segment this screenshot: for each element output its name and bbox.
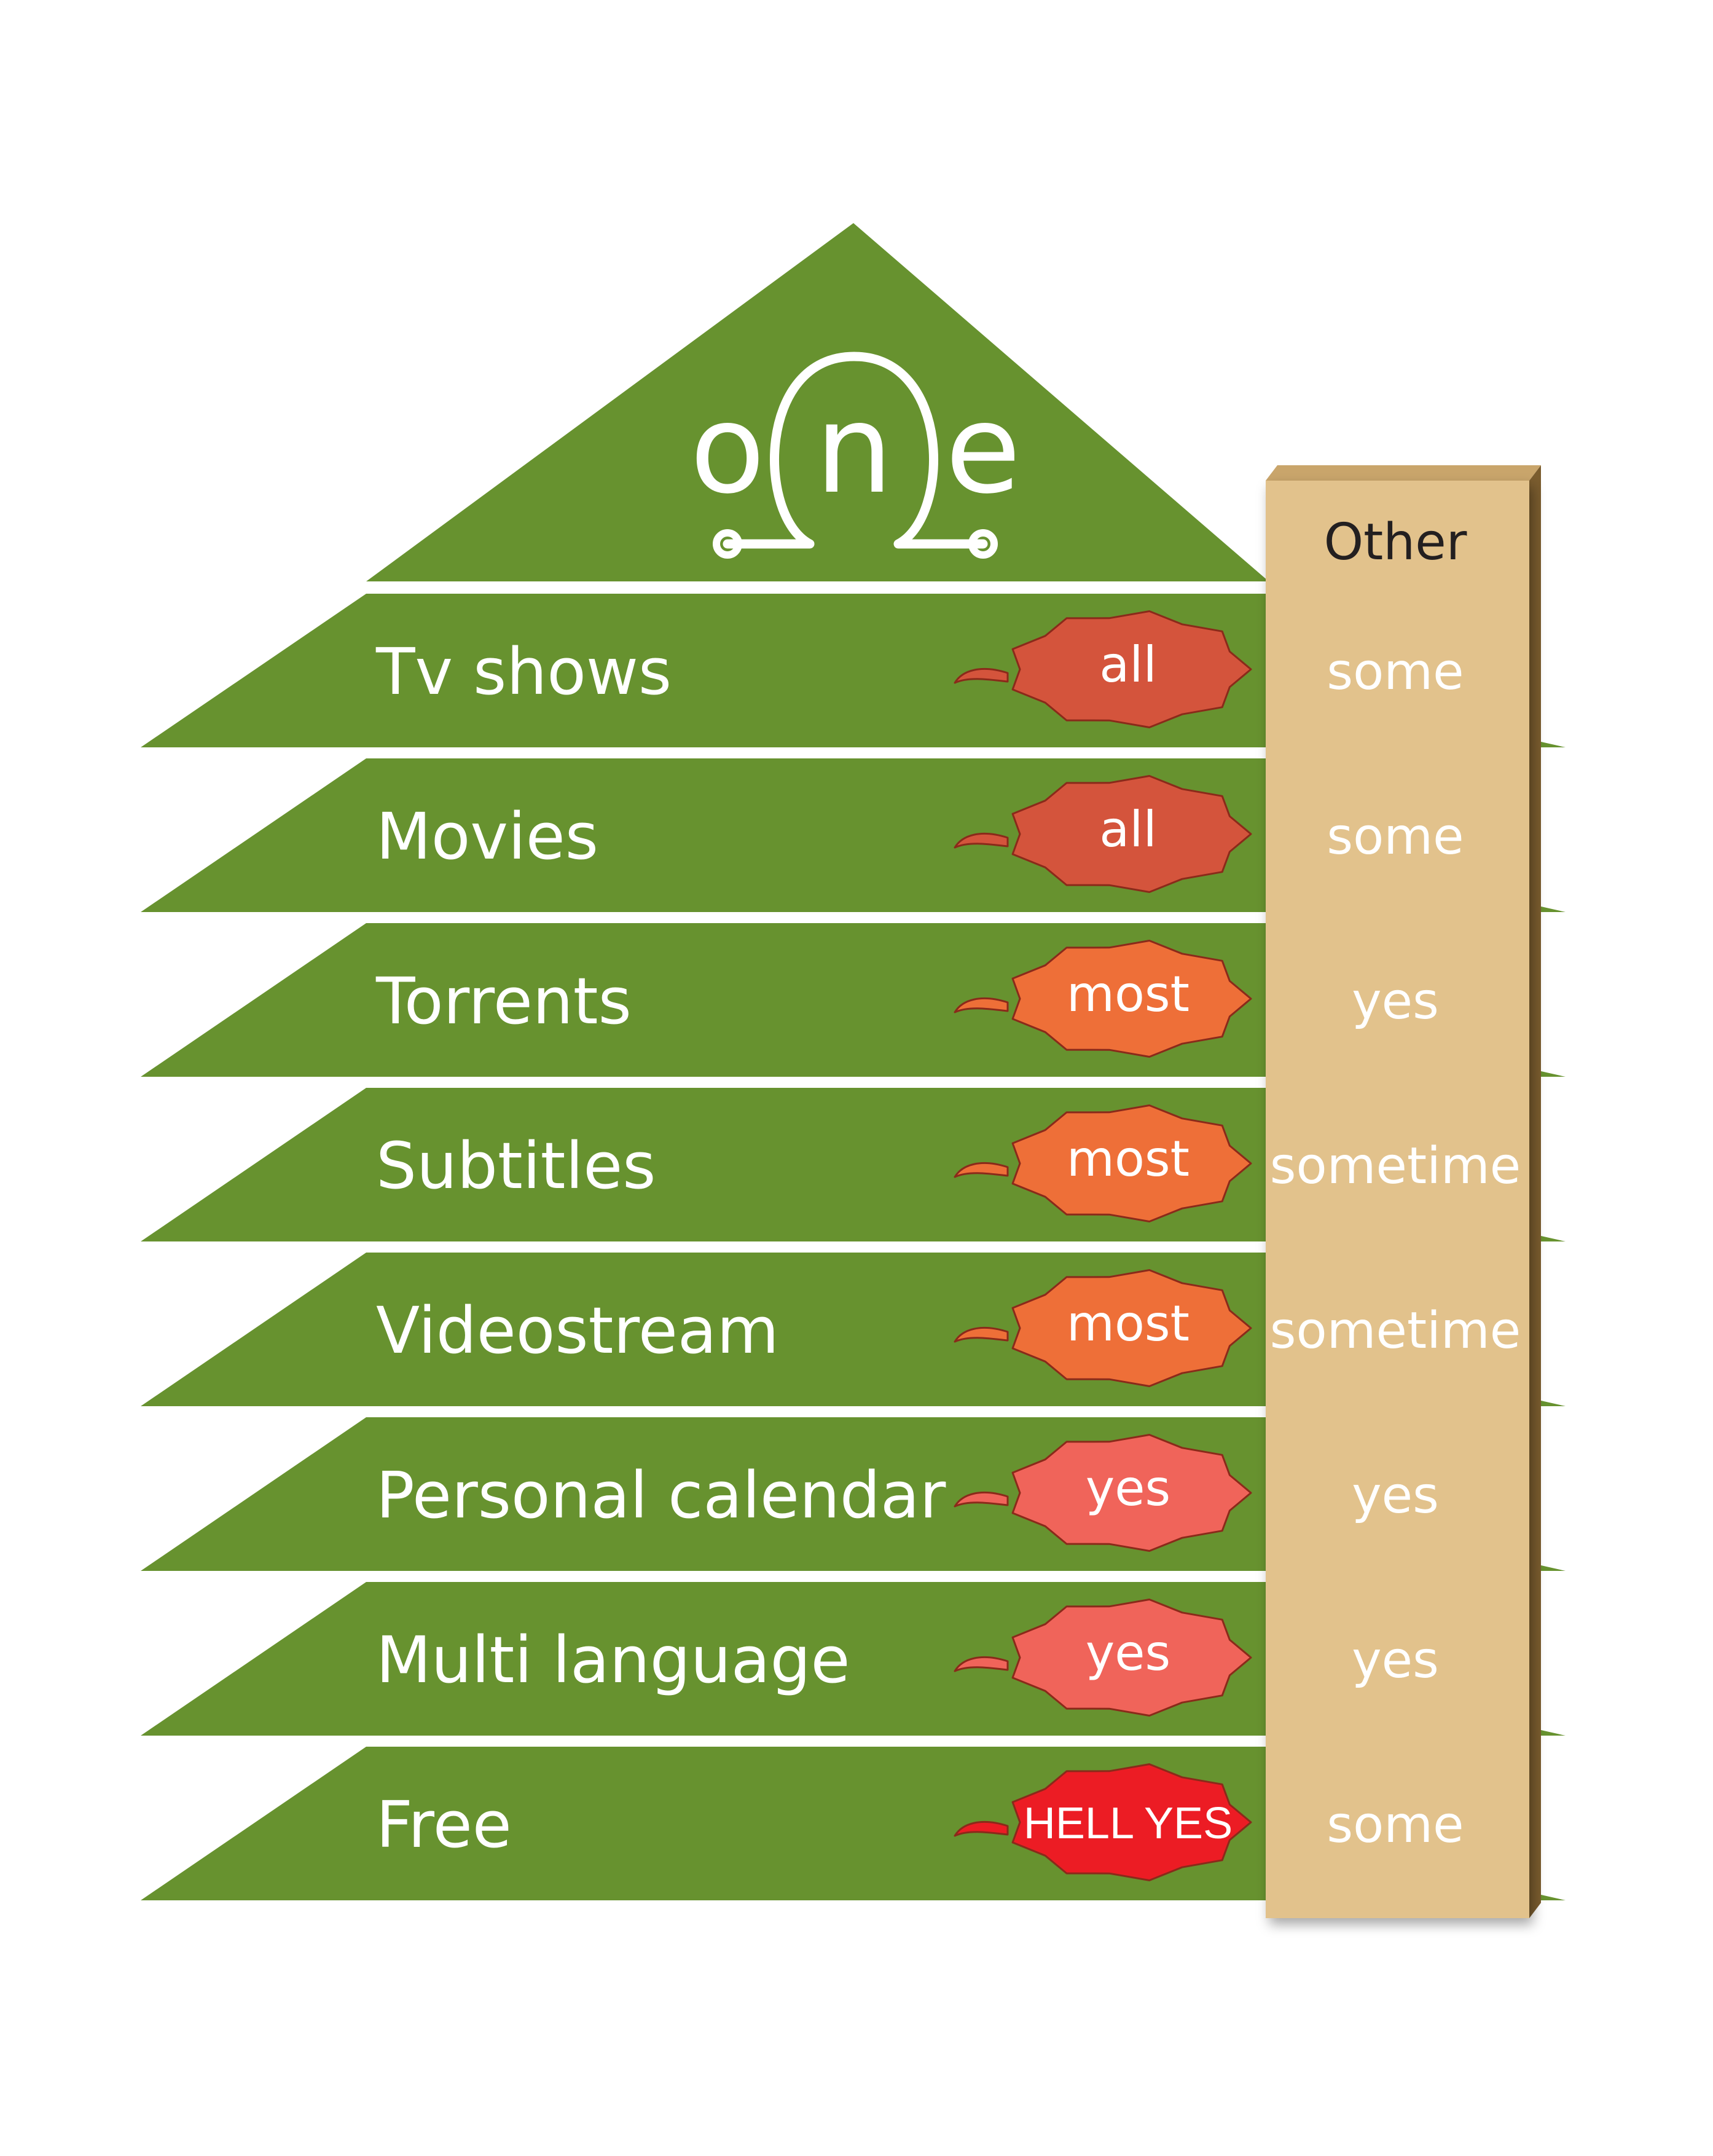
logo-letter-e: e	[945, 378, 1021, 521]
other-value: yes	[1352, 1631, 1439, 1690]
other-column-header: Other	[1324, 513, 1467, 572]
feature-label: Torrents	[375, 964, 632, 1039]
one-value: yes	[1086, 1624, 1170, 1682]
feature-label: Tv shows	[375, 634, 672, 709]
other-value: sometime	[1270, 1137, 1521, 1195]
other-value: yes	[1352, 1466, 1439, 1525]
one-value: all	[1099, 636, 1156, 693]
one-value: HELL YES	[1024, 1799, 1233, 1848]
other-value: some	[1327, 1796, 1464, 1854]
one-value: all	[1099, 801, 1156, 858]
one-value: most	[1067, 1295, 1190, 1352]
feature-label: Free	[376, 1787, 512, 1862]
logo-letter-n: n	[815, 378, 893, 521]
logo-letter-o: o	[690, 378, 765, 521]
one-value: most	[1067, 966, 1190, 1023]
comparison-diagram: o n e Tv shows Movies Torrents Subtitles Vid…	[0, 0, 1713, 2156]
one-value: yes	[1086, 1460, 1170, 1517]
other-value: some	[1327, 808, 1464, 866]
other-column-side	[1529, 465, 1541, 1918]
one-value: most	[1067, 1130, 1190, 1187]
other-value: some	[1327, 643, 1464, 701]
other-value: yes	[1352, 972, 1439, 1031]
feature-label: Videostream	[376, 1293, 779, 1368]
other-column-top	[1266, 465, 1541, 481]
other-value: sometime	[1270, 1302, 1521, 1360]
diagram-canvas: o n e Tv shows Movies Torrents Subtitles Vid…	[141, 223, 1566, 1918]
feature-label: Movies	[376, 799, 598, 874]
feature-label: Multi language	[376, 1623, 850, 1698]
feature-label: Personal calendar	[376, 1458, 946, 1533]
feature-label: Subtitles	[376, 1128, 656, 1203]
